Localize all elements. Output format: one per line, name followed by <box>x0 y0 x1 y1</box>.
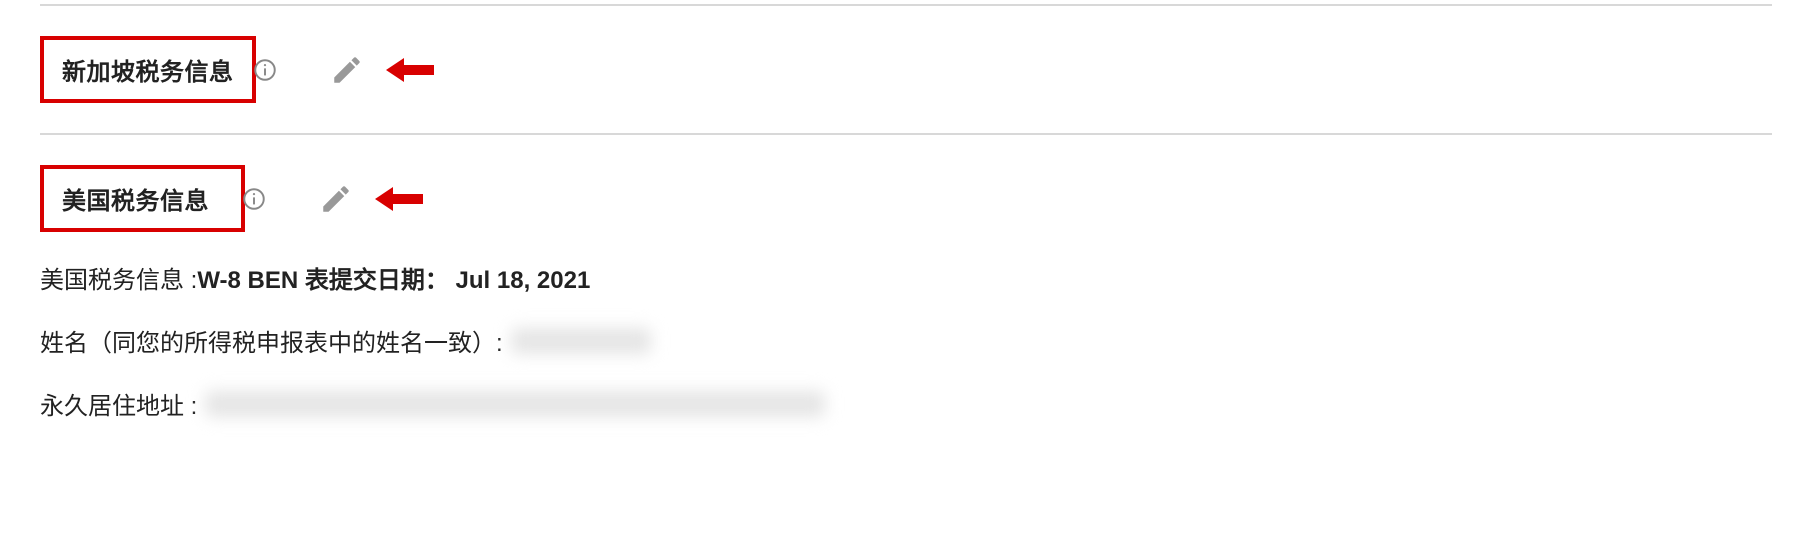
redacted-address-value <box>205 391 825 417</box>
singapore-title-highlight: 新加坡税务信息 <box>40 36 256 103</box>
usa-name-row: 姓名（同您的所得税申报表中的姓名一致）: <box>40 323 1772 358</box>
usa-address-row: 永久居住地址 : <box>40 386 1772 421</box>
pencil-icon[interactable] <box>330 53 364 87</box>
usa-title-highlight: 美国税务信息 <box>40 165 245 232</box>
info-icon[interactable] <box>252 57 278 83</box>
usa-section-title: 美国税务信息 <box>62 188 209 215</box>
info-icon[interactable] <box>241 186 267 212</box>
singapore-section-title: 新加坡税务信息 <box>62 59 234 86</box>
usa-form-value: W-8 BEN 表提交日期： Jul 18, 2021 <box>197 260 590 295</box>
usa-form-label: 美国税务信息 : <box>40 260 197 295</box>
redacted-name-value <box>511 328 651 354</box>
usa-name-label: 姓名（同您的所得税申报表中的姓名一致）: <box>40 323 503 358</box>
singapore-tax-section: 新加坡税务信息 <box>40 6 1772 133</box>
arrow-left-icon <box>382 52 442 88</box>
pencil-icon[interactable] <box>319 182 353 216</box>
usa-tax-section: 美国税务信息 美国税务信息 : W-8 BEN 表提交日期： Jul 18, 2… <box>40 135 1772 451</box>
usa-address-label: 永久居住地址 : <box>40 386 197 421</box>
usa-form-row: 美国税务信息 : W-8 BEN 表提交日期： Jul 18, 2021 <box>40 260 1772 295</box>
arrow-left-icon <box>371 181 431 217</box>
